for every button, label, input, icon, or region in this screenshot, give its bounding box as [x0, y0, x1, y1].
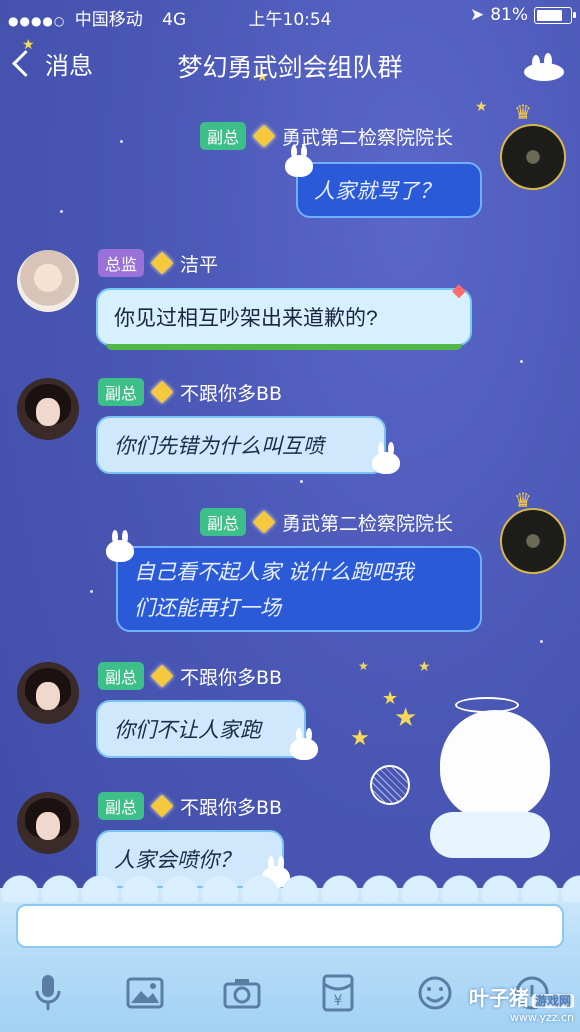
avatar[interactable] — [17, 378, 79, 440]
diamond-icon — [150, 664, 174, 688]
diamond-icon — [150, 251, 174, 275]
sparkle-decoration — [90, 590, 93, 593]
cloud-decoration — [430, 812, 550, 858]
role-badge: 副总 — [98, 378, 145, 406]
bunny-decoration-icon — [285, 145, 313, 177]
diamond-icon — [252, 510, 276, 534]
emoji-icon[interactable] — [412, 970, 458, 1016]
watermark: 叶子猪 游戏网 www.yzz.cn — [469, 982, 574, 1024]
avatar[interactable] — [500, 508, 566, 574]
kite-decoration-icon: ◆ — [452, 280, 466, 301]
sender-name: 不跟你多BB — [180, 796, 283, 819]
message-header: 副总 不跟你多BB — [98, 378, 282, 406]
image-icon[interactable] — [122, 970, 168, 1016]
role-badge: 副总 — [200, 122, 247, 150]
camera-icon[interactable] — [219, 970, 265, 1016]
diamond-icon — [150, 794, 174, 818]
sender-name: 勇武第二检察院院长 — [282, 126, 454, 149]
sender-name: 不跟你多BB — [180, 382, 283, 405]
sparkle-decoration — [120, 140, 123, 143]
message-header: 副总 勇武第二检察院院长 — [200, 508, 453, 536]
message-input[interactable] — [16, 904, 564, 948]
message-bubble[interactable]: 你们先错为什么叫互喷 — [96, 416, 386, 474]
message-header: 副总 不跟你多BB — [98, 792, 282, 820]
diamond-icon — [252, 124, 276, 148]
battery-percent: 81% — [490, 5, 528, 25]
svg-text:¥: ¥ — [334, 993, 343, 1009]
sparkle-decoration — [540, 640, 543, 643]
message-header: 副总 不跟你多BB — [98, 662, 282, 690]
star-decoration: ★ — [350, 726, 370, 751]
bunny-decoration-icon — [372, 442, 400, 474]
red-packet-icon[interactable]: ¥ — [315, 970, 361, 1016]
message-text-line: 自己看不起人家 说什么跑吧我 — [134, 560, 414, 584]
sender-name: 洁平 — [180, 253, 219, 276]
avatar[interactable] — [17, 250, 79, 312]
location-arrow-icon: ➤ — [469, 5, 485, 25]
avatar[interactable] — [500, 124, 566, 190]
bunny-sleeping-icon[interactable] — [522, 52, 566, 82]
nav-bar: 消息 梦幻勇武剑会组队群 — [0, 32, 580, 100]
bunny-decoration-icon — [106, 530, 134, 562]
diamond-icon — [150, 380, 174, 404]
message-bubble[interactable]: 你见过相互吵架出来道歉的? — [96, 288, 472, 350]
message-text: 你们先错为什么叫互喷 — [114, 434, 324, 458]
sender-name: 不跟你多BB — [180, 666, 283, 689]
watermark-name: 叶子猪 — [468, 986, 529, 1010]
watermark-url: www.yzz.cn — [509, 1011, 574, 1024]
microphone-icon[interactable] — [25, 970, 71, 1016]
message-bubble[interactable]: 你们不让人家跑 — [96, 700, 306, 758]
message-header: 总监 洁平 — [98, 249, 218, 277]
chat-title: 梦幻勇武剑会组队群 — [177, 53, 403, 82]
star-decoration: ★ — [358, 659, 369, 673]
avatar[interactable] — [17, 662, 79, 724]
butterfly-net-icon — [370, 765, 410, 805]
status-right: ➤ 81% — [469, 5, 576, 25]
role-badge: 总监 — [98, 249, 145, 277]
star-decoration: ★ — [475, 99, 488, 115]
avatar[interactable] — [17, 792, 79, 854]
message-text: 人家就骂了？ — [314, 179, 440, 203]
message-bubble[interactable]: 自己看不起人家 说什么跑吧我 们还能再打一场 — [116, 546, 482, 632]
message-text: 人家会喷你？ — [114, 848, 240, 872]
bunny-decoration-icon — [290, 728, 318, 760]
sparkle-decoration — [520, 360, 523, 363]
role-badge: 副总 — [98, 662, 145, 690]
star-decoration: ★ — [394, 703, 418, 733]
message-text-line: 们还能再打一场 — [134, 596, 281, 620]
message-header: 副总 勇武第二检察院院长 — [200, 122, 453, 150]
message-text: 你见过相互吵架出来道歉的? — [114, 307, 378, 330]
star-decoration: ★ — [418, 659, 431, 675]
role-badge: 副总 — [200, 508, 247, 536]
angel-bunny-mascot — [440, 710, 550, 820]
watermark-tag: 游戏网 — [531, 994, 574, 1008]
role-badge: 副总 — [98, 792, 145, 820]
battery-icon — [534, 6, 576, 24]
status-bar: ●●●●○ 中国移动 4G 上午10:54 ➤ 81% — [0, 0, 580, 32]
sparkle-decoration — [300, 480, 303, 483]
message-bubble[interactable]: 人家就骂了？ — [296, 162, 482, 218]
message-text: 你们不让人家跑 — [114, 718, 261, 742]
sparkle-decoration — [60, 210, 63, 213]
sender-name: 勇武第二检察院院长 — [282, 512, 454, 535]
crown-icon: ♛ — [514, 100, 532, 124]
cloud-border-decoration — [0, 874, 580, 902]
battery-fill — [537, 9, 563, 21]
